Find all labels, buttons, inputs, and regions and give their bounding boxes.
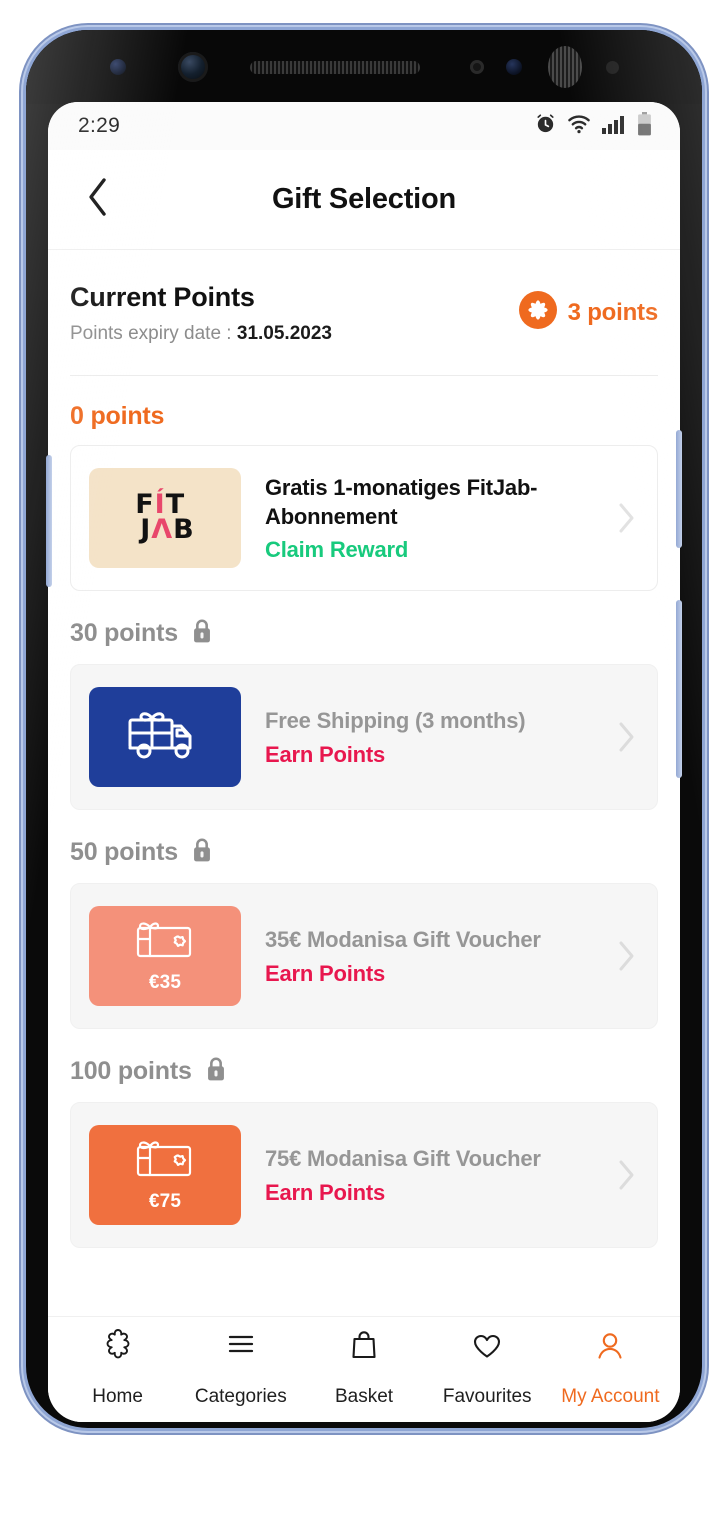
points-summary-labels: Current Points Points expiry date : 31.0… — [70, 280, 332, 345]
earpiece-speaker — [547, 46, 582, 88]
rosette-home-icon — [95, 1326, 141, 1375]
reward-text-block: 35€ Modanisa Gift Voucher Earn Points — [241, 925, 613, 986]
phone-device-frame: 2:29 Gift Selection Current Points Point… — [26, 30, 702, 1428]
nav-item-label: Favourites — [442, 1385, 532, 1407]
hamburger-menu-icon — [218, 1326, 264, 1375]
device-sensor-strip — [26, 30, 702, 104]
tier-group-30-points: 30 points Free Shipping (3 months) Earn … — [70, 591, 658, 810]
tier-label: 50 points — [70, 838, 178, 866]
tier-group-50-points: 50 points €35 35€ Modanisa Gift Voucher … — [70, 810, 658, 1029]
tier-label: 30 points — [70, 619, 178, 647]
points-balance-chip: 3 points — [518, 280, 658, 335]
app-header: Gift Selection — [48, 150, 680, 250]
fitjab-logo-line-2: J Λ B — [135, 514, 195, 545]
points-balance-value: 3 points — [567, 298, 659, 326]
reward-action-label[interactable]: Claim Reward — [265, 537, 605, 563]
gift-selection-scroll-area[interactable]: Current Points Points expiry date : 31.0… — [48, 250, 680, 1316]
tier-header: 100 points — [70, 1055, 658, 1102]
reward-title: 75€ Modanisa Gift Voucher — [265, 1146, 541, 1172]
ir-sensor-icon — [109, 59, 126, 75]
tier-header: 0 points — [70, 402, 658, 445]
gift-voucher-icon — [134, 1138, 196, 1187]
chevron-right-icon — [613, 939, 639, 973]
nav-item-favourites[interactable]: Favourites — [426, 1326, 549, 1408]
nav-item-my-account[interactable]: My Account — [549, 1326, 672, 1408]
rosette-points-icon — [518, 290, 558, 335]
status-bar: 2:29 — [48, 102, 680, 150]
proximity-sensor-icon — [469, 60, 484, 74]
volume-button[interactable] — [46, 455, 52, 587]
front-camera-icon — [177, 52, 208, 82]
reward-card-fitjab[interactable]: F Í T J Λ B Gratis 1-monatiges FitJab-Ab… — [70, 445, 658, 591]
nav-item-label: Home — [92, 1385, 143, 1407]
person-icon — [587, 1326, 633, 1375]
points-expiry-date: 31.05.2023 — [236, 323, 332, 344]
chevron-right-icon — [613, 501, 639, 535]
reward-action-label[interactable]: Earn Points — [265, 1180, 605, 1206]
tier-label: 0 points — [70, 402, 165, 430]
current-points-heading: Current Points — [70, 282, 255, 312]
nav-item-label: Basket — [334, 1385, 394, 1407]
tier-label: 100 points — [70, 1057, 192, 1085]
tier-group-0-points: 0 points F Í T J Λ B Gratis 1-monatiges … — [70, 376, 658, 591]
nav-item-categories[interactable]: Categories — [179, 1326, 302, 1408]
points-expiry-row: Points expiry date : 31.05.2023 — [70, 323, 332, 345]
chevron-right-icon — [613, 1158, 639, 1192]
reward-thumbnail — [89, 687, 241, 787]
fitjab-letter-j: J — [140, 514, 152, 545]
chevron-right-icon — [613, 720, 639, 754]
reward-text-block: Gratis 1-monatiges FitJab-Abonnement Cla… — [241, 473, 613, 564]
battery-icon — [637, 111, 652, 141]
assistant-button[interactable] — [676, 600, 682, 778]
reward-action-label[interactable]: Earn Points — [265, 742, 605, 768]
nav-item-label: My Account — [561, 1385, 660, 1407]
heart-icon — [464, 1326, 510, 1375]
reward-title: Gratis 1-monatiges FitJab-Abonnement — [265, 474, 538, 529]
reward-action-label[interactable]: Earn Points — [265, 961, 605, 987]
fitjab-letter-b: B — [173, 514, 195, 545]
points-expiry-prefix: Points expiry date : — [70, 323, 237, 344]
power-button[interactable] — [676, 430, 682, 548]
nav-item-home[interactable]: Home — [56, 1326, 179, 1408]
reward-text-block: 75€ Modanisa Gift Voucher Earn Points — [241, 1144, 613, 1205]
tier-header: 30 points — [70, 617, 658, 664]
voucher-amount-label: €75 — [148, 1190, 182, 1212]
microphone-icon — [605, 60, 619, 74]
lock-icon — [190, 836, 214, 869]
tier-header: 50 points — [70, 836, 658, 883]
back-button[interactable] — [70, 150, 126, 249]
light-sensor-icon — [505, 59, 522, 75]
reward-thumbnail: €75 — [89, 1125, 241, 1225]
cellular-signal-icon — [601, 113, 627, 140]
chevron-left-icon — [86, 176, 110, 223]
nav-item-label: Categories — [194, 1385, 287, 1407]
status-clock: 2:29 — [78, 114, 121, 137]
reward-card-voucher-35[interactable]: €35 35€ Modanisa Gift Voucher Earn Point… — [70, 883, 658, 1029]
nav-item-basket[interactable]: Basket — [302, 1326, 425, 1408]
current-points-summary: Current Points Points expiry date : 31.0… — [70, 250, 658, 345]
alarm-clock-icon — [534, 112, 557, 140]
lock-icon — [190, 617, 214, 650]
speaker-grille — [249, 60, 420, 74]
tier-group-100-points: 100 points €75 75€ Modanisa Gift Voucher… — [70, 1029, 658, 1248]
bottom-navigation-bar: Home Categories Basket Favourites My Acc… — [48, 1316, 680, 1422]
shopping-bag-icon — [341, 1326, 387, 1375]
page-title: Gift Selection — [271, 183, 457, 215]
reward-title: 35€ Modanisa Gift Voucher — [265, 927, 541, 953]
gift-truck-icon — [122, 704, 208, 771]
fitjab-logo-wordmark: F Í T J Λ B — [135, 491, 195, 545]
lock-icon — [204, 1055, 228, 1088]
fitjab-letter-a: Λ — [151, 514, 174, 545]
phone-screen: 2:29 Gift Selection Current Points Point… — [48, 102, 680, 1422]
reward-card-free-shipping[interactable]: Free Shipping (3 months) Earn Points — [70, 664, 658, 810]
fitjab-logo: F Í T J Λ B — [89, 468, 241, 568]
reward-thumbnail: €35 — [89, 906, 241, 1006]
reward-text-block: Free Shipping (3 months) Earn Points — [241, 706, 613, 767]
reward-card-voucher-75[interactable]: €75 75€ Modanisa Gift Voucher Earn Point… — [70, 1102, 658, 1248]
reward-title: Free Shipping (3 months) — [265, 708, 526, 734]
status-icon-group — [534, 111, 652, 141]
voucher-amount-label: €35 — [148, 971, 182, 993]
gift-voucher-icon — [134, 919, 196, 968]
wifi-icon — [567, 113, 591, 140]
